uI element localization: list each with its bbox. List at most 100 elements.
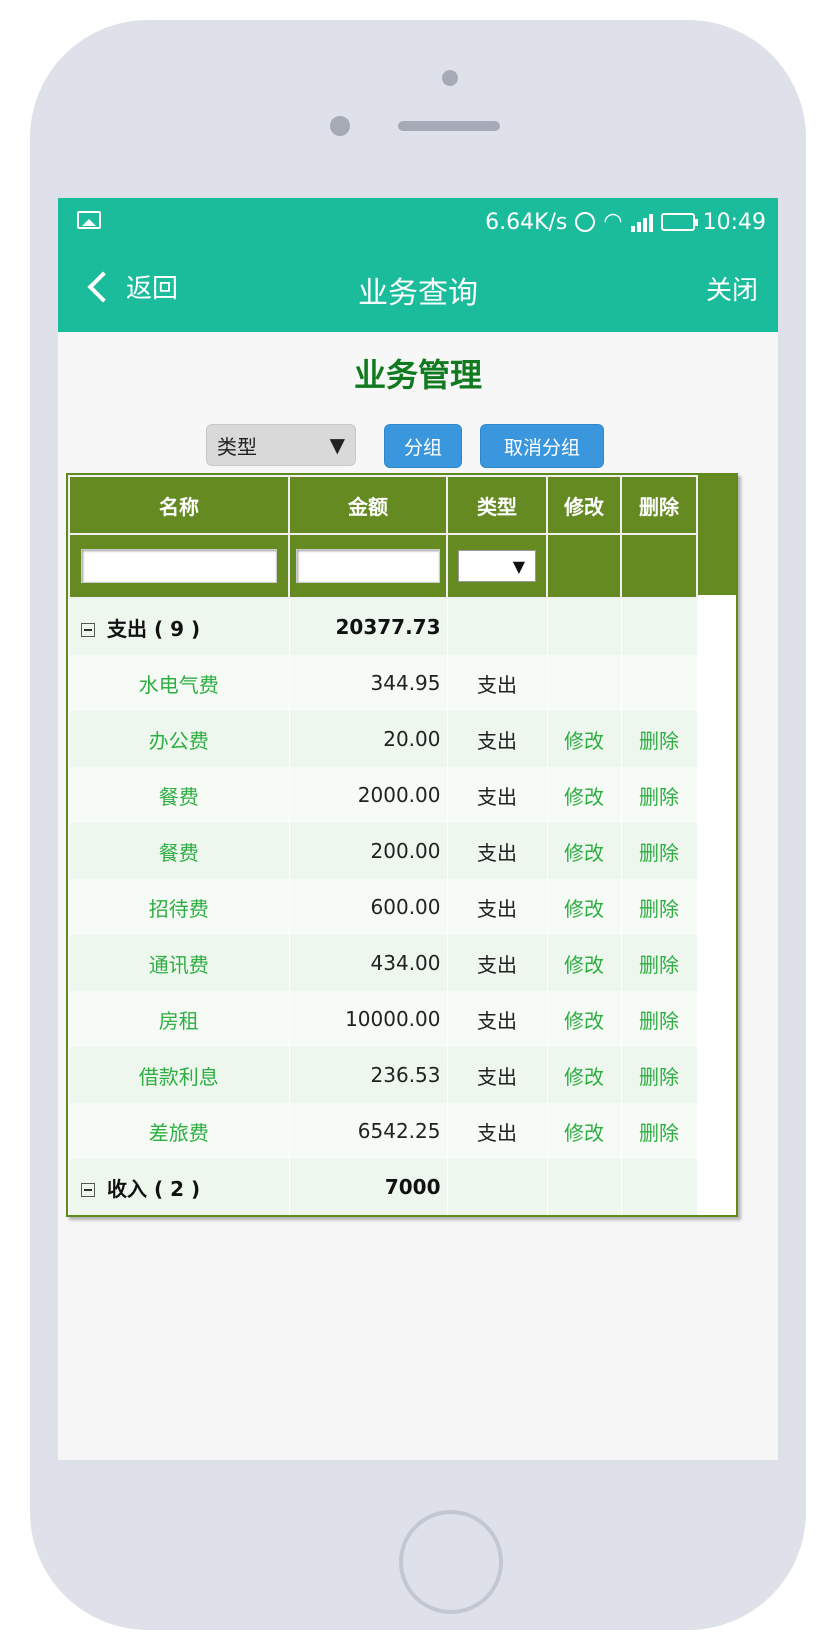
cell-type: 支出 (447, 1047, 548, 1103)
screen: 6.64K/s ◠ 10:49 返回 业务查询 关闭 业务管理 类型 ▼ 分组 … (58, 198, 778, 1460)
signal-icon (630, 212, 653, 232)
alarm-icon (575, 212, 596, 232)
cell-type: 支出 (447, 767, 548, 823)
nav-title: 业务查询 (358, 276, 478, 311)
cell-amount: 600.00 (289, 879, 448, 935)
page-title: 业务管理 (353, 356, 482, 394)
cell-type: 支出 (447, 655, 548, 711)
sensor (330, 116, 350, 136)
edit-link[interactable]: 修改 (547, 1103, 622, 1159)
cell-type: 支出 (447, 711, 548, 767)
edit-link[interactable]: 修改 (547, 823, 622, 879)
cell-type: 支出 (447, 991, 548, 1047)
delete-link[interactable]: 删除 (621, 935, 698, 991)
cell-name: 房租 (69, 991, 290, 1047)
group-row-income[interactable]: 收入 ( 2 ) 7000 (69, 1159, 698, 1215)
delete-link[interactable]: 删除 (621, 1103, 698, 1159)
type-filter-select[interactable]: ▼ (458, 550, 536, 582)
delete-link[interactable] (621, 655, 698, 711)
table-row[interactable]: 房租 10000.00 支出 修改 删除 (69, 991, 698, 1047)
earpiece-speaker (398, 121, 500, 131)
select-value: 类型 (217, 434, 257, 459)
col-header-type[interactable]: 类型 (446, 475, 548, 535)
col-header-edit[interactable]: 修改 (546, 475, 622, 535)
col-header-delete[interactable]: 删除 (620, 475, 698, 535)
status-bar: 6.64K/s ◠ 10:49 (58, 198, 778, 246)
network-speed: 6.64K/s (485, 209, 568, 235)
delete-link[interactable]: 删除 (621, 823, 698, 879)
cell-name: 通讯费 (69, 935, 290, 991)
delete-link[interactable]: 删除 (621, 991, 698, 1047)
image-notification-icon (77, 211, 101, 229)
cell-name: 水电气费 (69, 655, 290, 711)
table-row[interactable]: 餐费 2000.00 支出 修改 删除 (69, 767, 698, 823)
cell-name: 借款利息 (69, 1047, 290, 1103)
header-filler (696, 475, 736, 595)
cell-amount: 434.00 (289, 935, 448, 991)
delete-link[interactable]: 删除 (621, 879, 698, 935)
collapse-icon[interactable] (81, 1183, 95, 1197)
header-row: 名称 金额 类型 修改 删除 (68, 475, 698, 535)
cell-name: 餐费 (69, 823, 290, 879)
front-camera (442, 70, 458, 86)
edit-link[interactable]: 修改 (547, 991, 622, 1047)
cell-amount: 10000.00 (289, 991, 448, 1047)
name-filter-input[interactable] (81, 549, 277, 583)
col-header-name[interactable]: 名称 (68, 475, 290, 535)
table-row[interactable]: 通讯费 434.00 支出 修改 删除 (69, 935, 698, 991)
cell-amount: 20.00 (289, 711, 448, 767)
table-row[interactable]: 差旅费 6542.25 支出 修改 删除 (69, 1103, 698, 1159)
cell-amount: 236.53 (289, 1047, 448, 1103)
data-grid: 名称 金额 类型 修改 删除 ▼ 支出 ( 9 ) 20377.73 水电气费 … (66, 473, 738, 1217)
wifi-icon: ◠ (603, 209, 623, 234)
edit-link[interactable]: 修改 (547, 711, 622, 767)
cell-name: 差旅费 (69, 1103, 290, 1159)
cell-amount: 200.00 (289, 823, 448, 879)
delete-link[interactable]: 删除 (621, 711, 698, 767)
dropdown-arrow-icon: ▼ (512, 556, 525, 576)
cell-type: 支出 (447, 823, 548, 879)
group-type-select[interactable]: 类型 ▼ (206, 424, 356, 466)
edit-link[interactable]: 修改 (547, 1047, 622, 1103)
toolbar: 类型 ▼ 分组 取消分组 (58, 424, 778, 468)
filter-row: ▼ (68, 533, 698, 599)
edit-link[interactable]: 修改 (547, 879, 622, 935)
group-row-expense[interactable]: 支出 ( 9 ) 20377.73 (69, 598, 698, 655)
clock: 10:49 (702, 209, 766, 235)
status-indicators: 6.64K/s ◠ 10:49 (485, 208, 766, 236)
cell-amount: 2000.00 (289, 767, 448, 823)
ungroup-button[interactable]: 取消分组 (480, 424, 604, 468)
delete-link[interactable]: 删除 (621, 1047, 698, 1103)
edit-link[interactable]: 修改 (547, 935, 622, 991)
table-row[interactable]: 餐费 200.00 支出 修改 删除 (69, 823, 698, 879)
battery-icon (660, 213, 698, 231)
group-total: 20377.73 (289, 598, 448, 655)
cell-amount: 344.95 (289, 655, 448, 711)
close-button[interactable]: 关闭 (706, 270, 758, 307)
table-row[interactable]: 借款利息 236.53 支出 修改 删除 (69, 1047, 698, 1103)
group-total: 7000 (289, 1159, 448, 1215)
cell-name: 办公费 (69, 711, 290, 767)
nav-bar: 返回 业务查询 关闭 (58, 246, 778, 332)
table-row[interactable]: 水电气费 344.95 支出 (69, 655, 698, 711)
delete-link[interactable]: 删除 (621, 767, 698, 823)
cell-name: 餐费 (69, 767, 290, 823)
amount-filter-input[interactable] (296, 549, 440, 583)
grid-table: 名称 金额 类型 修改 删除 ▼ 支出 ( 9 ) 20377.73 水电气费 … (68, 475, 698, 1217)
table-row[interactable]: 招待费 600.00 支出 修改 删除 (69, 879, 698, 935)
col-header-amount[interactable]: 金额 (288, 475, 448, 535)
edit-link[interactable]: 修改 (547, 767, 622, 823)
cell-amount: 6542.25 (289, 1103, 448, 1159)
cell-type: 支出 (447, 1103, 548, 1159)
dropdown-arrow-icon: ▼ (329, 433, 345, 457)
table-row (69, 1215, 697, 1217)
group-button[interactable]: 分组 (384, 424, 462, 468)
group-label: 收入 ( 2 ) (107, 1176, 201, 1201)
home-button[interactable] (399, 1510, 503, 1614)
cell-type: 支出 (447, 879, 548, 935)
edit-link[interactable] (547, 655, 622, 711)
cell-name: 招待费 (69, 879, 290, 935)
collapse-icon[interactable] (81, 623, 95, 637)
table-row[interactable]: 办公费 20.00 支出 修改 删除 (69, 711, 698, 767)
group-label: 支出 ( 9 ) (107, 616, 201, 641)
